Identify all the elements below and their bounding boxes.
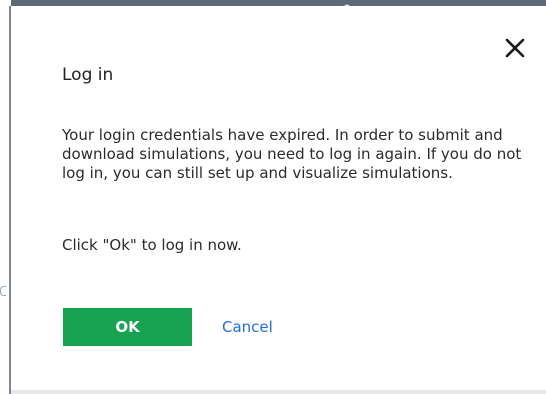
login-dialog: Log in Your login credentials have expir… — [11, 6, 546, 390]
page: Log in Your login credentials have expir… — [0, 0, 546, 394]
dialog-message: Your login credentials have expired. In … — [62, 126, 522, 182]
dialog-title: Log in — [62, 65, 114, 85]
cancel-button[interactable]: Cancel — [222, 317, 273, 337]
backdrop-mark — [0, 286, 6, 296]
backdrop-bottom-edge — [11, 390, 546, 394]
ok-button[interactable]: OK — [63, 308, 192, 346]
close-icon[interactable] — [503, 36, 527, 60]
dialog-instruction: Click "Ok" to log in now. — [62, 236, 242, 254]
